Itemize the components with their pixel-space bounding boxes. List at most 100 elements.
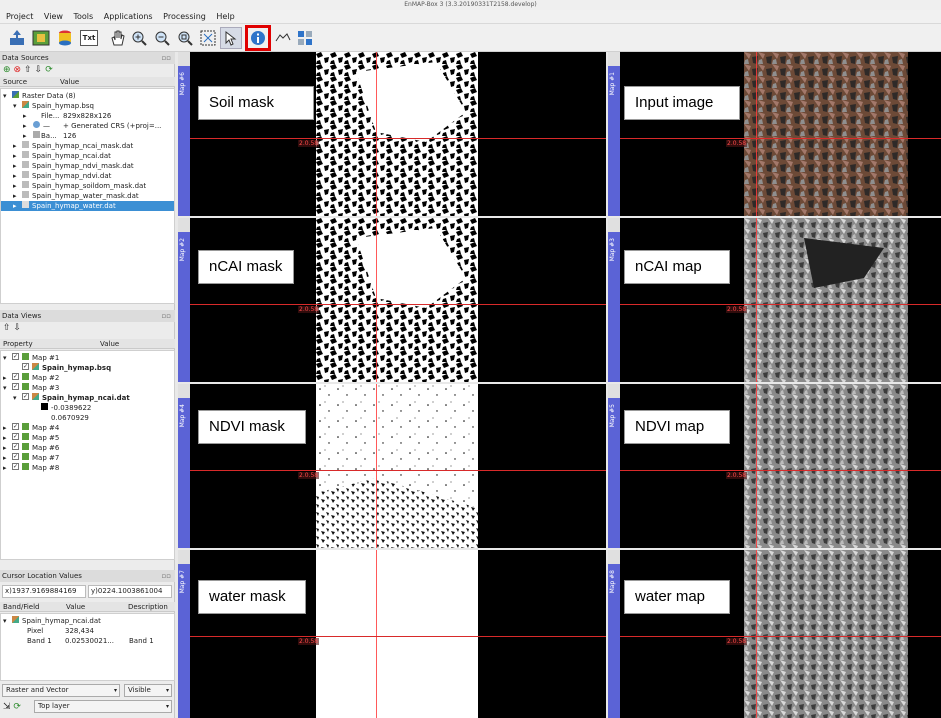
main-toolbar: Txt: [0, 24, 941, 52]
tree-row-crs[interactable]: ▸ — + Generated CRS (+proj=...: [1, 121, 174, 131]
view-row-map8[interactable]: ▸ ✓ Map #8: [1, 463, 174, 473]
map-water-map[interactable]: Map #8 water map 2.0.58: [608, 550, 941, 718]
cursor-values-tree[interactable]: ▾ Spain_hymap_ncai.dat Pixel 328,434 Band …: [0, 613, 175, 681]
map-input-image[interactable]: Map #1 Input image 2.0.58: [608, 52, 941, 216]
map-side-strip[interactable]: Map #2: [178, 218, 190, 382]
collapse-views-icon[interactable]: ⇧: [3, 322, 11, 334]
cursor-x-field[interactable]: x)1937.9169884169: [2, 585, 86, 598]
menu-applications[interactable]: Applications: [104, 10, 153, 24]
map-side-strip[interactable]: Map #7: [178, 550, 190, 718]
data-views-tree[interactable]: ▾ ✓ Map #1 ✓ Spain_hymap.bsq ▸ ✓ Map #2 ▾ ✓ Map…: [0, 350, 175, 560]
tree-row-ndvi-mask[interactable]: ▸ Spain_hymap_ndvi_mask.dat: [1, 161, 174, 171]
visibility-select[interactable]: Visible ▾: [124, 684, 172, 697]
map-toolbar-handle[interactable]: [178, 384, 190, 398]
data-sources-toolbar: ⊕ ⊗ ⇧ ⇩ ⟳: [0, 64, 175, 76]
crosshair-vertical: [756, 218, 757, 382]
crosshair-horizontal: [620, 138, 941, 139]
map-side-strip[interactable]: Map #6: [178, 52, 190, 216]
map-side-strip[interactable]: Map #5: [608, 384, 620, 548]
menu-project[interactable]: Project: [6, 10, 33, 24]
map-caption: nCAI mask: [198, 250, 294, 284]
view-row-map6[interactable]: ▸ ✓ Map #6: [1, 443, 174, 453]
add-data-source-icon[interactable]: [6, 27, 28, 49]
map-side-strip[interactable]: Map #4: [178, 384, 190, 548]
tree-row-ncai[interactable]: ▸ Spain_hymap_ncai.dat: [1, 151, 174, 161]
open-map-view-icon[interactable]: [30, 27, 52, 49]
reload-icon[interactable]: ⟳: [13, 702, 21, 712]
tree-row-raster-data[interactable]: ▾ Raster Data (8): [1, 91, 174, 101]
tree-row-bands[interactable]: ▸ Ba... 126: [1, 131, 174, 141]
map-ndvi-mask[interactable]: Map #4 NDVI mask 2.0.58: [178, 384, 606, 548]
data-sources-tree[interactable]: ▾ Raster Data (8) ▾ Spain_hymap.bsq ▸ File.…: [0, 88, 175, 304]
panel-float-close-icon[interactable]: ▫▫: [162, 570, 172, 582]
map-side-strip[interactable]: Map #8: [608, 550, 620, 718]
view-row-map5[interactable]: ▸ ✓ Map #5: [1, 433, 174, 443]
tree-row-ncai-mask[interactable]: ▸ Spain_hymap_ncai_mask.dat: [1, 141, 174, 151]
map-ncai-map[interactable]: Map #3 nCAI map 2.0.58: [608, 218, 941, 382]
view-row-map1[interactable]: ▾ ✓ Map #1: [1, 353, 174, 363]
identify-info-icon[interactable]: [245, 25, 271, 51]
data-views-panel-title: Data Views ▫▫: [0, 310, 175, 322]
view-row-map3[interactable]: ▾ ✓ Map #3: [1, 383, 174, 393]
layer-select[interactable]: Top layer ▾: [34, 700, 172, 713]
zoom-native-icon[interactable]: [197, 27, 219, 49]
col-description: Description: [128, 603, 168, 611]
view-row-spain-hymap[interactable]: ✓ Spain_hymap.bsq: [1, 363, 174, 373]
crosshair-coordinate: 2.0.58: [726, 472, 748, 479]
view-row-ncai[interactable]: ▾ ✓ Spain_hymap_ncai.dat: [1, 393, 174, 403]
menu-tools[interactable]: Tools: [73, 10, 93, 24]
map-water-mask[interactable]: Map #7 water mask 2.0.58: [178, 550, 606, 718]
attribute-table-icon[interactable]: [294, 27, 316, 49]
open-spectral-library-icon[interactable]: [54, 27, 76, 49]
zoom-full-icon[interactable]: [174, 27, 196, 49]
map-caption: Soil mask: [198, 86, 314, 120]
tree-row-spain-hymap[interactable]: ▾ Spain_hymap.bsq: [1, 101, 174, 111]
map-toolbar-handle[interactable]: [608, 52, 620, 66]
expand-icon[interactable]: ⇩: [35, 64, 43, 76]
map-toolbar-handle[interactable]: [608, 218, 620, 232]
menu-help[interactable]: Help: [216, 10, 234, 24]
cursor-title: Cursor Location Values: [2, 572, 82, 580]
map-ndvi-map[interactable]: Map #5 NDVI map 2.0.58: [608, 384, 941, 548]
crosshair-toggle-icon[interactable]: ⇲: [3, 702, 11, 712]
col-value: Value: [100, 340, 120, 348]
collapse-icon[interactable]: ⇧: [24, 64, 32, 76]
tree-row-water[interactable]: ▸ Spain_hymap_water.dat: [1, 201, 174, 211]
remove-source-icon[interactable]: ⊗: [14, 64, 22, 76]
panel-float-close-icon[interactable]: ▫▫: [162, 52, 172, 64]
zoom-in-icon[interactable]: [128, 27, 150, 49]
menu-view[interactable]: View: [44, 10, 63, 24]
mode-select[interactable]: Raster and Vector ▾: [2, 684, 120, 697]
open-text-view-button[interactable]: Txt: [80, 30, 98, 46]
tree-row-file[interactable]: ▸ File... 829x828x126: [1, 111, 174, 121]
map-toolbar-handle[interactable]: [608, 384, 620, 398]
map-title: Map #3: [609, 238, 616, 262]
refresh-icon[interactable]: ⟳: [45, 64, 53, 76]
cursor-y-field[interactable]: y)0224.1003861004: [88, 585, 172, 598]
map-side-strip[interactable]: Map #1: [608, 52, 620, 216]
map-ncai-mask[interactable]: Map #2 nCAI mask 2.0.58: [178, 218, 606, 382]
pan-icon[interactable]: [106, 27, 128, 49]
crosshair-vertical: [376, 52, 377, 216]
menu-processing[interactable]: Processing: [163, 10, 206, 24]
map-toolbar-handle[interactable]: [178, 218, 190, 232]
map-soil-mask[interactable]: Map #6 Soil mask 2.0.58: [178, 52, 606, 216]
select-feature-icon[interactable]: [220, 27, 242, 49]
map-toolbar-handle[interactable]: [608, 550, 620, 564]
map-toolbar-handle[interactable]: [178, 550, 190, 564]
tree-row-water-mask[interactable]: ▸ Spain_hymap_water_mask.dat: [1, 191, 174, 201]
expand-views-icon[interactable]: ⇩: [14, 322, 22, 334]
map-toolbar-handle[interactable]: [178, 52, 190, 66]
tree-row-ndvi[interactable]: ▸ Spain_hymap_ndvi.dat: [1, 171, 174, 181]
title-bar: EnMAP-Box 3 (3.3.20190331T2158.develop): [0, 0, 941, 10]
tree-row-soildom-mask[interactable]: ▸ Spain_hymap_soildom_mask.dat: [1, 181, 174, 191]
view-row-map4[interactable]: ▸ ✓ Map #4: [1, 423, 174, 433]
map-side-strip[interactable]: Map #3: [608, 218, 620, 382]
panel-float-close-icon[interactable]: ▫▫: [162, 310, 172, 322]
spectral-profile-icon[interactable]: [272, 27, 294, 49]
zoom-out-icon[interactable]: [151, 27, 173, 49]
add-source-icon[interactable]: ⊕: [3, 64, 11, 76]
view-row-map7[interactable]: ▸ ✓ Map #7: [1, 453, 174, 463]
view-row-map2[interactable]: ▸ ✓ Map #2: [1, 373, 174, 383]
cursor-row-file[interactable]: ▾ Spain_hymap_ncai.dat: [1, 616, 174, 626]
